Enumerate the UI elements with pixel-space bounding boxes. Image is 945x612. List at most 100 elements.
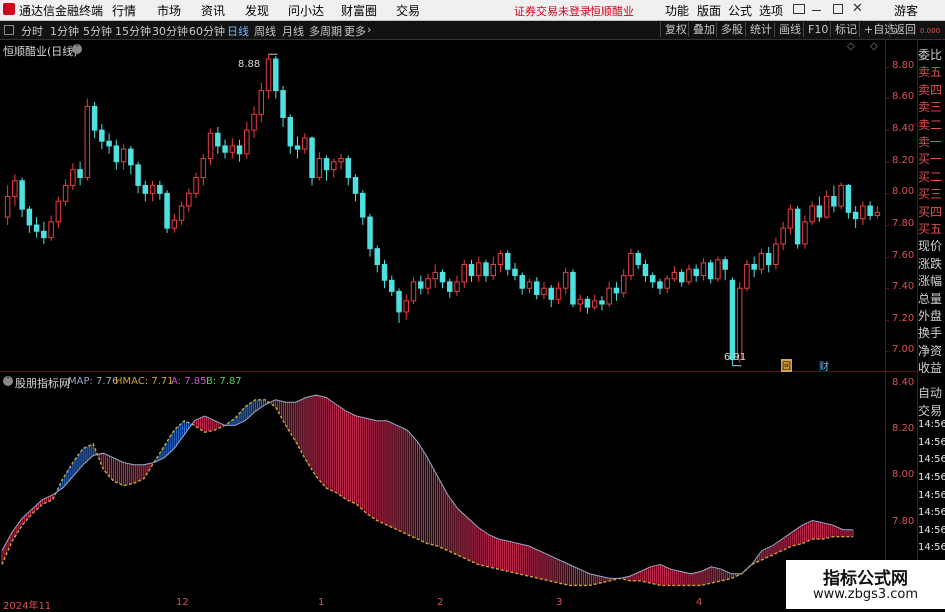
period-month[interactable]: 月线 (282, 23, 304, 39)
side-trade-row: 14:56 (918, 507, 945, 519)
btn-biaoji[interactable]: 标记 (830, 22, 857, 37)
btn-tongji[interactable]: 统计 (745, 22, 772, 37)
indicator-map-value: MAP: 7.76 (68, 376, 119, 387)
btn-f10[interactable]: F10 (803, 22, 828, 37)
btn-back[interactable]: 返回 (889, 22, 916, 37)
btn-fuquan[interactable]: 复权 (660, 22, 687, 37)
panel-toggle-icon[interactable] (4, 25, 14, 35)
event-marker-cai[interactable]: 财 (819, 358, 829, 373)
price-chart[interactable] (0, 40, 918, 372)
side-row-label: 涨跌 (918, 256, 943, 271)
candle-body (193, 177, 199, 194)
side-trade-row: 14:56 (918, 472, 945, 483)
candle-body (381, 263, 388, 281)
price-axis-tick-mark (885, 224, 889, 226)
menu-hangqing[interactable]: 行情 (112, 2, 136, 19)
side-row-label: 卖四 (918, 82, 943, 97)
indicator-chart[interactable] (0, 372, 918, 597)
candle-body (186, 192, 192, 207)
period-week[interactable]: 周线 (254, 23, 276, 39)
menu-wenxiaoda[interactable]: 问小达 (288, 2, 324, 19)
price-axis-tick: 7.80 (892, 217, 915, 229)
menu-zixun[interactable]: 资讯 (201, 2, 225, 19)
candle-body (867, 205, 873, 216)
candle-body (258, 90, 265, 115)
price-axis-tick: 8.20 (892, 154, 915, 166)
menu-caifuquan[interactable]: 财富圈 (341, 2, 377, 19)
indicator-axis-tick: 8.40 (892, 376, 915, 388)
btn-diejia[interactable]: 叠加 (688, 22, 715, 37)
candle-body (19, 180, 25, 210)
btn-huaxian[interactable]: 画线 (774, 22, 801, 37)
candle-body (26, 208, 33, 226)
candle-body (142, 184, 149, 194)
candle-body (823, 196, 830, 218)
menu-banmian[interactable]: 版面 (697, 2, 721, 19)
candle-body (707, 262, 714, 280)
period-5min[interactable]: 5分钟 (83, 23, 112, 39)
indicator-name[interactable]: 股朋指标网 (15, 375, 70, 391)
candle-body (802, 221, 808, 245)
candle-body (591, 300, 598, 308)
price-axis-tick-mark (885, 256, 889, 258)
candle-body (642, 263, 649, 277)
side-trade-row: 14:56 (918, 419, 945, 431)
menu-gongshi[interactable]: 公式 (728, 2, 752, 19)
candle-body (780, 227, 786, 245)
btn-duogu[interactable]: 多股 (716, 22, 743, 37)
side-row-label: 卖二 (918, 117, 943, 132)
price-axis-tick: 7.00 (892, 344, 915, 356)
side-row-label: 外盘 (918, 309, 943, 323)
side-row-label: 卖一 (918, 135, 943, 149)
maximize-icon[interactable] (833, 4, 843, 14)
menu-xuanxiang[interactable]: 选项 (759, 2, 783, 19)
period-30min[interactable]: 30分钟 (152, 23, 188, 39)
side-trade-row: 14:56 (918, 524, 945, 536)
message-icon[interactable] (793, 4, 805, 14)
candle-body (70, 169, 76, 186)
candle-body (765, 252, 772, 265)
chevron-right-icon[interactable]: › (367, 23, 371, 36)
x-label-nov: 2024年11 (3, 601, 52, 612)
candle-body (541, 287, 547, 296)
candle-body (860, 205, 866, 220)
price-axis-tick-mark (885, 288, 889, 290)
minimize-icon[interactable] (812, 10, 821, 11)
candle-body (838, 184, 844, 207)
candle-body (722, 259, 728, 270)
candle-body (816, 205, 823, 218)
guest-label[interactable]: 游客 (894, 2, 918, 19)
candle-body (657, 281, 663, 289)
side-row-label: 买四 (918, 204, 943, 219)
candle-body (773, 243, 779, 265)
side-row-label: 换手 (918, 326, 943, 341)
period-multi[interactable]: 多周期 (309, 23, 342, 39)
side-row-label: 现价 (918, 239, 943, 254)
app-name: 通达信金融终端 (19, 4, 104, 18)
candle-body (265, 58, 272, 92)
candle-body (649, 275, 656, 283)
candle-body (664, 278, 670, 289)
period-more[interactable]: 更多 (344, 23, 366, 39)
candle-body (483, 262, 489, 277)
menu-jiaoyi[interactable]: 交易 (396, 2, 420, 19)
period-1min[interactable]: 1分钟 (50, 23, 79, 39)
close-icon[interactable]: ✕ (852, 1, 863, 16)
login-notice[interactable]: 证券交易未登录 (514, 3, 591, 19)
candle-body (874, 211, 881, 216)
period-60min[interactable]: 60分钟 (189, 23, 225, 39)
menu-gongneng[interactable]: 功能 (665, 2, 689, 19)
indicator-dropdown-icon[interactable]: ˅ (3, 376, 13, 386)
candle-body (671, 271, 678, 280)
period-15min[interactable]: 15分钟 (115, 23, 151, 39)
menu-shichang[interactable]: 市场 (157, 2, 181, 19)
period-fenshi[interactable]: 分时 (21, 23, 43, 39)
price-axis-tick: 8.00 (892, 186, 915, 198)
indicator-axis-tick: 8.20 (892, 422, 915, 434)
candle-body (280, 90, 286, 118)
menu-faxian[interactable]: 发现 (245, 2, 269, 19)
candle-body (715, 259, 721, 280)
event-marker-hui[interactable]: 回 (781, 359, 793, 372)
period-day[interactable]: 日线 (227, 23, 249, 39)
candle-body (236, 145, 243, 155)
